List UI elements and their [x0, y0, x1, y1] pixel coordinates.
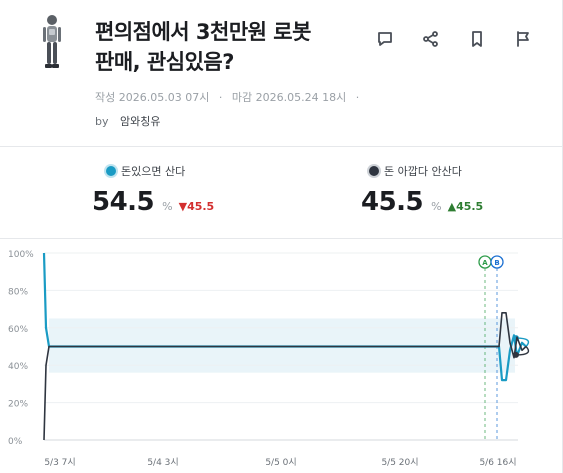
x-tick-label: 5/5 0시	[265, 457, 296, 468]
change-down-badge: ▼45.5	[178, 200, 215, 213]
flag-icon	[517, 31, 529, 47]
option-label-row: 돈있으면 산다	[106, 163, 292, 179]
x-tick-label: 5/5 20시	[381, 457, 418, 468]
divider	[0, 238, 562, 239]
comment-icon	[378, 32, 392, 46]
percent-unit: %	[162, 200, 173, 213]
created-time: 2026.05.03 07시	[118, 91, 210, 104]
y-tick-label: 40%	[8, 362, 28, 372]
option-label-row: 돈 아깝다 안산다	[369, 163, 561, 179]
action-bar	[372, 28, 556, 50]
byline: by 암와칭유	[95, 113, 160, 129]
title-line-2: 판매, 관심있음?	[95, 50, 234, 74]
y-tick-label: 60%	[8, 325, 28, 335]
option-label: 돈 아깝다 안산다	[384, 165, 462, 178]
option-buy[interactable]: 돈있으면 산다 54.5% ▼45.5	[92, 163, 292, 217]
created-label: 작성	[95, 91, 116, 104]
option-not-buy[interactable]: 돈 아깝다 안산다 45.5% ▲45.5	[361, 163, 561, 217]
x-tick-label: 5/4 3시	[147, 457, 178, 468]
page-title: 편의점에서 3천만원 로봇 판매, 관심있음?	[95, 17, 355, 77]
report-button[interactable]	[510, 28, 536, 50]
comment-button[interactable]	[372, 28, 398, 50]
y-tick-label: 20%	[8, 400, 28, 410]
y-tick-label: 0%	[8, 437, 23, 447]
option-label: 돈있으면 산다	[121, 165, 186, 178]
x-tick-label: 5/3 7시	[44, 457, 75, 468]
poll-card: 편의점에서 3천만원 로봇 판매, 관심있음? 작성 2026.05.03 07…	[0, 0, 563, 473]
bookmark-icon	[472, 31, 482, 47]
y-tick-label: 80%	[8, 287, 28, 297]
option-color-dot	[106, 166, 116, 176]
option-color-dot	[369, 166, 379, 176]
percent-unit: %	[431, 200, 442, 213]
deadline-time: 2026.05.24 18시	[255, 91, 347, 104]
robot-thumbnail	[43, 15, 61, 68]
share-button[interactable]	[418, 28, 444, 50]
option-stats: 45.5% ▲45.5	[361, 187, 483, 217]
y-tick-label: 100%	[8, 250, 34, 260]
title-line-1: 편의점에서 3천만원 로봇	[95, 20, 311, 44]
series-end-dot	[513, 351, 519, 358]
author-name[interactable]: 암와칭유	[120, 115, 160, 128]
event-marker-label: A	[482, 259, 488, 267]
divider	[0, 146, 562, 147]
meta-separator-end: ·	[355, 91, 360, 104]
post-meta: 작성 2026.05.03 07시 · 마감 2026.05.24 18시 ·	[95, 89, 365, 105]
option-stats: 54.5% ▼45.5	[92, 187, 214, 217]
option-percent: 45.5	[361, 187, 424, 217]
change-up-badge: ▲45.5	[447, 200, 484, 213]
percent-history-chart: 100% 80% 60% 40% 20% 0% 5/3 7시 5/4 3시 5/5 0시 5/5 …	[8, 250, 530, 468]
bookmark-button[interactable]	[464, 28, 490, 50]
meta-separator: ·	[218, 91, 223, 104]
event-marker-label: B	[494, 259, 499, 267]
by-label: by	[95, 115, 109, 128]
share-icon	[423, 31, 438, 47]
x-tick-label: 5/6 16시	[479, 457, 516, 468]
option-percent: 54.5	[92, 187, 155, 217]
deadline-label: 마감	[231, 91, 253, 104]
